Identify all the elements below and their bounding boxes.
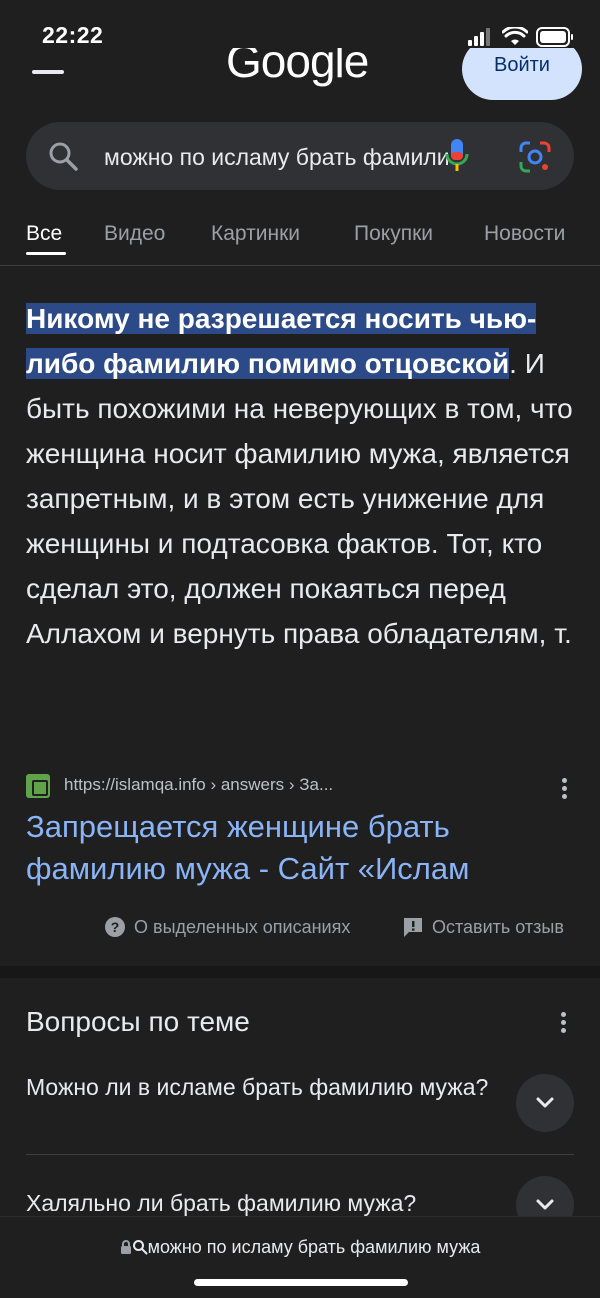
help-icon: ? bbox=[105, 917, 125, 937]
tab-news[interactable]: Новости bbox=[484, 222, 565, 246]
wifi-icon bbox=[502, 27, 528, 45]
address-bar-url: можно по исламу брать фамилию мужа bbox=[147, 1237, 481, 1257]
search-input[interactable]: можно по исламу брать фамилию мужа bbox=[104, 144, 450, 171]
lock-icon bbox=[120, 1240, 131, 1254]
about-snippets-link[interactable]: ? О выделенных описаниях bbox=[104, 916, 350, 938]
question-text: Халяльно ли брать фамилию мужа? bbox=[26, 1190, 417, 1216]
snippet-highlight: Никому не разрешается носить чью-либо фа… bbox=[26, 303, 537, 379]
search-tabs: Все Видео Картинки Покупки Новости bbox=[0, 210, 600, 266]
question-divider bbox=[26, 1154, 574, 1155]
result-title-link[interactable]: Запрещается женщине брать фамилию мужа -… bbox=[26, 806, 586, 890]
feedback-label: Оставить отзыв bbox=[432, 916, 564, 937]
google-logo[interactable]: Google bbox=[226, 48, 369, 88]
search-icon[interactable] bbox=[48, 141, 78, 171]
snippet-text: . И быть похожими на неверующих в том, ч… bbox=[26, 348, 573, 649]
tab-images[interactable]: Картинки bbox=[211, 222, 300, 246]
tab-all[interactable]: Все bbox=[26, 222, 62, 246]
section-divider bbox=[0, 966, 600, 978]
battery-icon bbox=[536, 27, 573, 47]
mic-icon[interactable] bbox=[444, 138, 470, 174]
source-url[interactable]: https://islamqa.info › answers › За... bbox=[64, 775, 333, 795]
svg-text:?: ? bbox=[111, 919, 120, 935]
snippet-footer: ? О выделенных описаниях Оставить отзыв bbox=[0, 914, 600, 944]
lens-icon[interactable] bbox=[518, 140, 552, 174]
chevron-down-icon bbox=[536, 1199, 554, 1210]
tab-shopping[interactable]: Покупки bbox=[354, 222, 433, 246]
signal-icon bbox=[468, 28, 490, 46]
about-snippets-label: О выделенных описаниях bbox=[134, 916, 351, 937]
question-item[interactable]: Можно ли в исламе брать фамилию мужа? bbox=[26, 1072, 574, 1142]
home-indicator[interactable] bbox=[194, 1279, 408, 1286]
tab-video[interactable]: Видео bbox=[104, 222, 165, 246]
more-options-icon[interactable] bbox=[562, 778, 568, 802]
related-questions-title: Вопросы по теме bbox=[26, 1006, 250, 1037]
feedback-icon bbox=[404, 918, 422, 937]
site-favicon-icon bbox=[26, 774, 50, 798]
related-more-options-icon[interactable] bbox=[561, 1012, 567, 1036]
search-small-icon bbox=[132, 1240, 148, 1255]
feedback-link[interactable]: Оставить отзыв bbox=[402, 916, 564, 938]
question-text: Можно ли в исламе брать фамилию мужа? bbox=[26, 1074, 489, 1100]
status-time: 22:22 bbox=[42, 22, 104, 48]
source-row[interactable]: https://islamqa.info › answers › За... bbox=[26, 772, 582, 802]
browser-address-bar[interactable]: можно по исламу брать фамилию мужа bbox=[0, 1216, 600, 1298]
expand-question-button[interactable] bbox=[516, 1074, 574, 1132]
chevron-down-icon bbox=[536, 1097, 554, 1108]
menu-icon[interactable] bbox=[32, 70, 64, 74]
featured-snippet: Никому не разрешается носить чью-либо фа… bbox=[26, 296, 582, 656]
status-icons bbox=[468, 26, 574, 48]
header: Google Войти bbox=[0, 48, 600, 118]
signin-button[interactable]: Войти bbox=[462, 48, 582, 100]
search-box[interactable]: можно по исламу брать фамилию мужа bbox=[26, 122, 574, 190]
address-bar-row[interactable]: можно по исламу брать фамилию мужа bbox=[0, 1237, 600, 1258]
active-tab-indicator bbox=[26, 252, 66, 255]
